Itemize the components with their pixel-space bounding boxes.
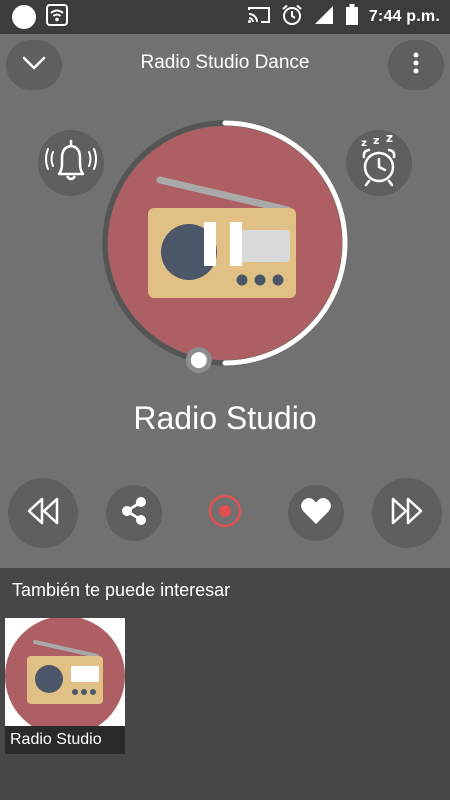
fast-forward-icon: [390, 496, 424, 531]
recommendation-card[interactable]: Radio Studio: [5, 618, 125, 754]
svg-text:z: z: [386, 135, 393, 145]
alarm-button[interactable]: [38, 130, 104, 196]
heart-icon: [300, 496, 332, 531]
collapse-button[interactable]: [6, 40, 62, 90]
status-bar: 7:44 p.m.: [0, 0, 450, 34]
station-name: Radio Studio: [133, 400, 317, 436]
svg-text:z: z: [361, 138, 367, 149]
chevron-down-icon: [22, 56, 46, 75]
status-time: 7:44 p.m.: [368, 8, 440, 25]
player-panel: Radio Studio Dance z z z Radio Studio: [0, 34, 450, 568]
more-options-button[interactable]: [388, 40, 444, 90]
signal-icon: [313, 5, 335, 30]
progress-knob-center[interactable]: [190, 352, 207, 369]
recommendations-title: También te puede interesar: [12, 580, 231, 600]
svg-text:z: z: [373, 135, 379, 147]
recommendation-label: Radio Studio: [5, 726, 125, 754]
notification-dot-icon: [12, 5, 36, 29]
station-artwork[interactable]: [100, 120, 350, 380]
share-button[interactable]: [106, 485, 162, 541]
rewind-button[interactable]: [8, 478, 78, 548]
bell-icon: [45, 138, 97, 189]
favorite-button[interactable]: [288, 485, 344, 541]
page-title: Radio Studio Dance: [140, 52, 310, 73]
record-button[interactable]: [197, 485, 253, 541]
sleep-timer-button[interactable]: z z z: [346, 130, 412, 196]
record-icon: [207, 493, 243, 534]
share-icon: [119, 496, 149, 531]
recommendation-thumbnail: [5, 618, 125, 728]
sleep-timer-icon: z z z: [355, 131, 403, 192]
battery-icon: [345, 3, 359, 31]
rewind-icon: [26, 496, 60, 531]
alarm-clock-icon: [281, 4, 303, 31]
fast-forward-button[interactable]: [372, 478, 442, 548]
cast-icon: [247, 5, 271, 30]
more-vertical-icon: [412, 52, 420, 79]
wifi-icon: [46, 3, 68, 31]
